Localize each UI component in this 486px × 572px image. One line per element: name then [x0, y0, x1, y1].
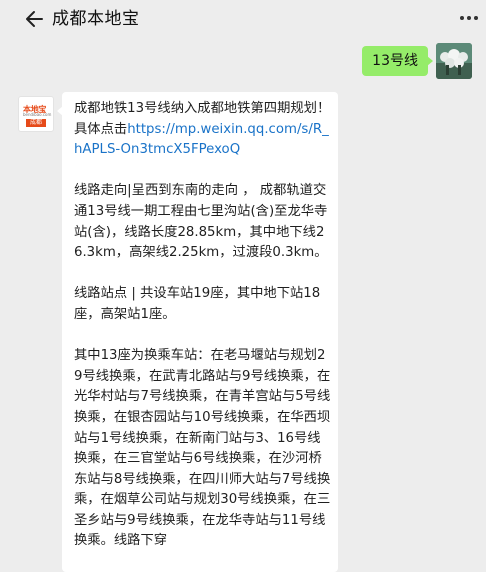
more-dots-icon[interactable]: [460, 16, 478, 22]
paragraph-route: 线路走向|呈西到东南的走向 ， 成都轨道交通13号线一期工程由七里沟站(含)至龙…: [74, 183, 328, 261]
paragraph-stations: 线路站点 | 共设车站19座，其中地下站18座，高架站1座。: [74, 286, 321, 322]
outgoing-message-text: 13号线: [372, 53, 418, 69]
avatar[interactable]: [436, 43, 472, 79]
incoming-message: 成都地铁13号线纳入成都地铁第四期规划！具体点击https://mp.weixi…: [57, 92, 338, 572]
chat-title: 成都本地宝: [52, 9, 140, 29]
avatar-domain: bendibao.com: [23, 112, 52, 117]
avatar-city: 成都: [26, 119, 46, 127]
top-bar: 成都本地宝: [0, 0, 486, 40]
user-avatar-image: [436, 43, 472, 79]
paragraph-transfers: 其中13座为换乘车站：在老马堰站与规划29号线换乘，在武青北路站与9号线换乘，在…: [74, 348, 331, 549]
message-intro: 成都地铁13号线纳入成都地铁第四期规划！具体点击https://mp.weixi…: [74, 99, 332, 161]
bot-avatar[interactable]: 本地宝 bendibao.com 成都: [18, 96, 54, 132]
chevron-left-icon[interactable]: [22, 8, 44, 30]
outgoing-message[interactable]: 13号线: [362, 46, 433, 76]
